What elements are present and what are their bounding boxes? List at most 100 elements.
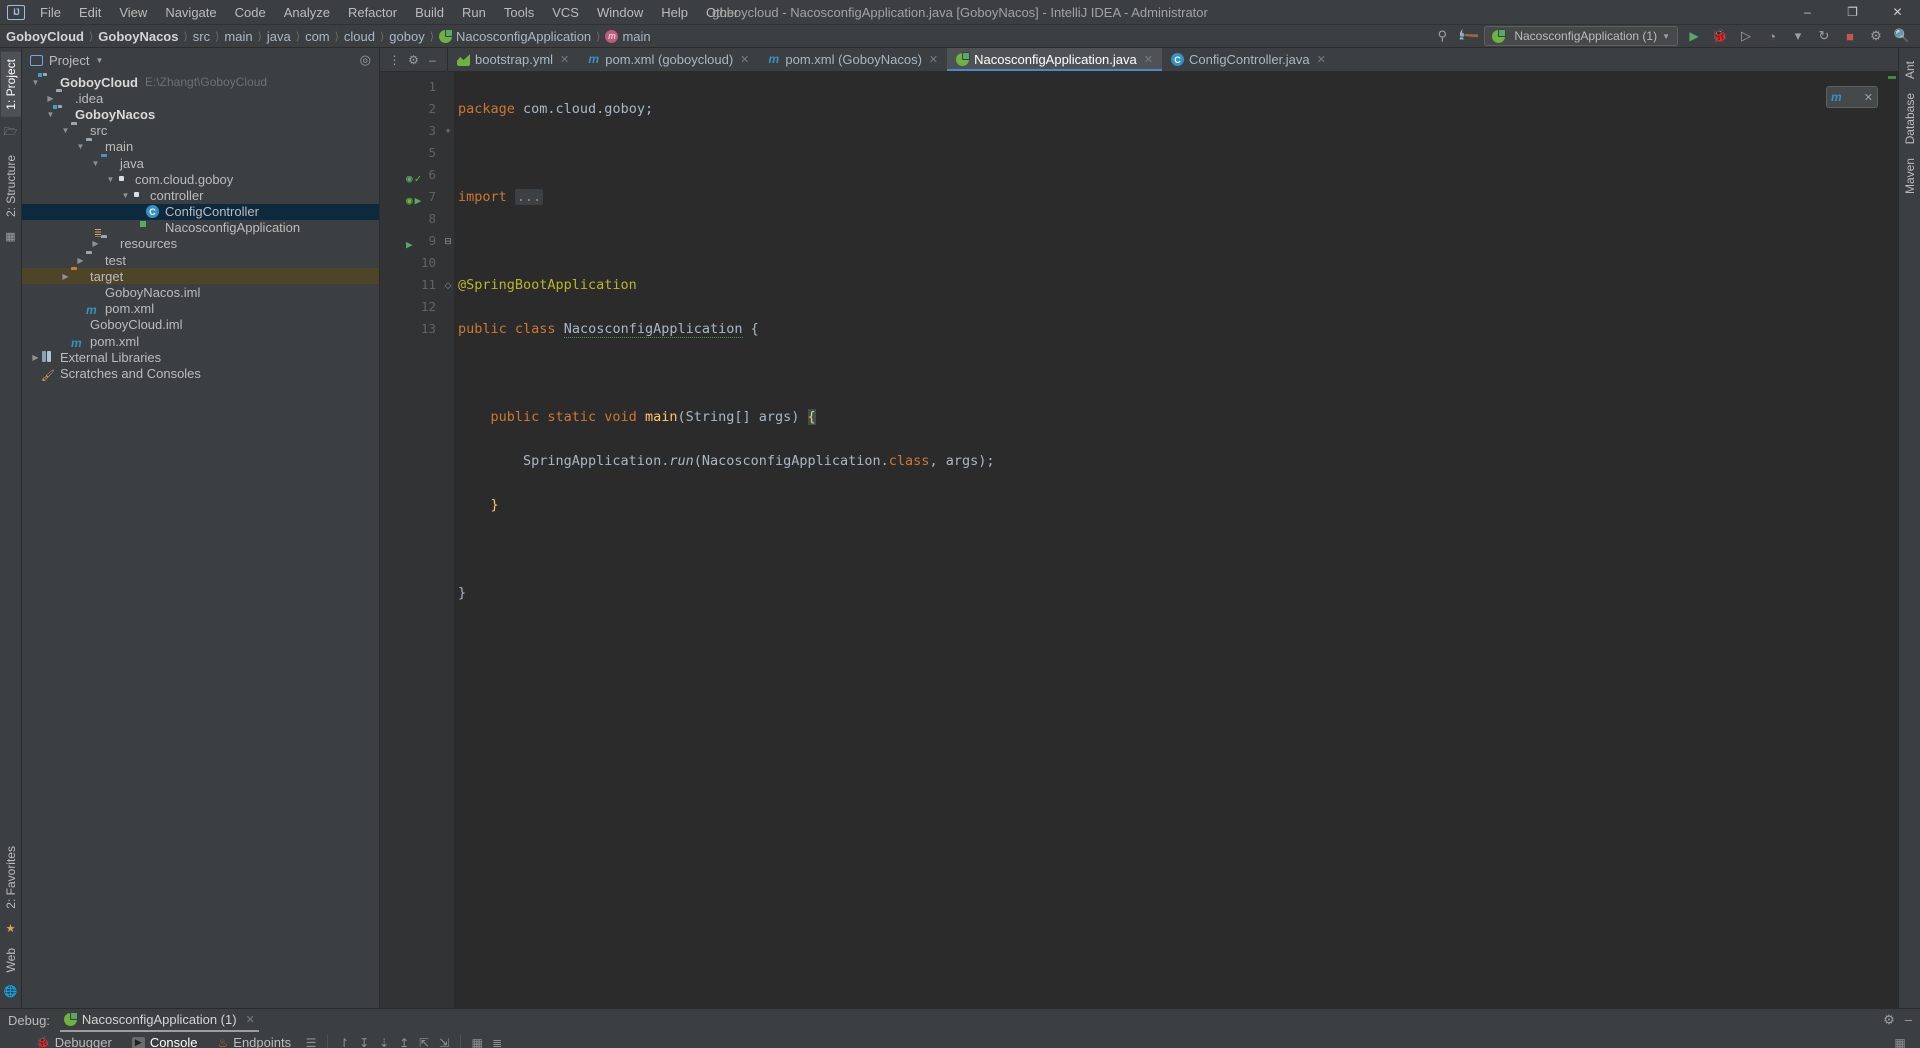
force-step-into-icon[interactable]: ⇣ (374, 1033, 394, 1048)
tree-item-goboynacos-iml[interactable]: GoboyNacos.iml (22, 284, 379, 300)
editor-gutter[interactable]: 1 2 3 5 6 ◉ ✓ 7 ◉ ▶ 8 9 ▶ 10 11 12 13 (380, 72, 442, 1008)
minimize-icon[interactable]: – (424, 51, 441, 68)
close-icon[interactable]: ✕ (560, 53, 569, 66)
breadcrumb-item-class[interactable]: NacosconfigApplication (439, 28, 591, 44)
editor-fold-column[interactable]: + ⊟ ◇ (442, 72, 454, 1008)
fold-marker-11[interactable]: ◇ (442, 274, 454, 296)
chevron-right-icon[interactable]: ▶ (60, 272, 71, 281)
debug-tab-debugger[interactable]: 🐞 Debugger (26, 1032, 122, 1048)
editor-tab-pom-goboynacos[interactable]: m pom.xml (GoboyNacos) ✕ (758, 48, 947, 71)
gutter-line-2[interactable]: 2 (380, 98, 442, 120)
tree-item-test[interactable]: ▶ test (22, 252, 379, 268)
close-icon[interactable]: ✕ (246, 1013, 255, 1026)
tree-item-pom-xml[interactable]: m pom.xml (22, 333, 379, 350)
sidebar-tab-structure[interactable]: 2: Structure (1, 148, 21, 224)
close-button[interactable]: ✕ (1875, 0, 1920, 25)
gutter-line-3[interactable]: 3 (380, 120, 442, 142)
tree-item-configcontroller[interactable]: C ConfigController (22, 203, 379, 220)
step-out-icon[interactable]: ↥ (394, 1033, 414, 1048)
gutter-line-9[interactable]: 9 ▶ (380, 230, 442, 252)
editor-tab-nacosconfigapplication[interactable]: NacosconfigApplication.java ✕ (947, 48, 1162, 71)
gutter-line-10[interactable]: 10 (380, 252, 442, 274)
build-icon[interactable]: 🔨 (1455, 23, 1482, 50)
chevron-down-icon[interactable]: ▼ (105, 175, 116, 184)
gutter-line-11[interactable]: 11 (380, 274, 442, 296)
tree-item-nacosconfigapplication[interactable]: NacosconfigApplication (22, 220, 379, 236)
breadcrumb-item-goboycloud[interactable]: GoboyCloud (6, 29, 84, 44)
tree-item-external-libraries[interactable]: ▶ External Libraries (22, 349, 379, 365)
sidebar-tab-project[interactable]: 1: Project (0, 52, 21, 117)
debug-icon[interactable]: 🐞 (1710, 27, 1730, 45)
close-icon[interactable]: ✕ (740, 53, 749, 66)
chevron-down-icon[interactable]: ▼ (60, 126, 71, 135)
chevron-right-icon[interactable]: ▶ (30, 353, 41, 362)
gear-icon[interactable]: ⚙ (1883, 1012, 1895, 1028)
fold-marker-3[interactable]: + (442, 120, 454, 142)
editor-tab-bootstrap-yml[interactable]: bootstrap.yml ✕ (448, 48, 578, 71)
stop-button[interactable]: ■ (1840, 27, 1860, 45)
chevron-right-icon[interactable]: ▶ (90, 239, 101, 248)
debug-tab-endpoints[interactable]: ♨ Endpoints (208, 1032, 302, 1048)
run-to-cursor-icon[interactable]: ⇱ (414, 1033, 434, 1048)
frames-icon[interactable]: ▦ (467, 1033, 487, 1048)
gutter-line-13[interactable]: 13 (380, 318, 442, 340)
menu-navigate[interactable]: Navigate (156, 2, 225, 23)
maximize-button[interactable]: ❐ (1830, 0, 1875, 25)
gutter-line-5[interactable]: 5 (380, 142, 442, 164)
sidebar-tab-web[interactable]: Web (1, 941, 21, 979)
menu-help[interactable]: Help (652, 2, 697, 23)
tree-item-pom-xml[interactable]: m pom.xml (22, 301, 379, 317)
tree-item-src[interactable]: ▼ src (22, 123, 379, 139)
breadcrumb-item-goboynacos[interactable]: GoboyNacos (98, 29, 178, 44)
menu-window[interactable]: Window (588, 2, 652, 23)
chevron-down-icon[interactable]: ▼ (120, 191, 131, 200)
gutter-line-1[interactable]: 1 (380, 76, 442, 98)
gutter-line-6[interactable]: 6 ◉ ✓ (380, 164, 442, 186)
evaluate-icon[interactable]: ⇲ (434, 1033, 454, 1048)
menu-run[interactable]: Run (453, 2, 495, 23)
run-button[interactable]: ▶ (1684, 27, 1704, 45)
debug-session-tab[interactable]: NacosconfigApplication (1) ✕ (59, 1010, 259, 1032)
breadcrumb-item-cloud[interactable]: cloud (344, 29, 375, 44)
close-icon[interactable]: ✕ (1864, 91, 1873, 104)
sort-tabs-icon[interactable]: ⋮ (386, 51, 403, 68)
chevron-down-icon[interactable]: ▼ (90, 159, 101, 168)
editor-floating-widget[interactable]: m ✕ (1826, 86, 1878, 108)
gear-icon[interactable]: ⚙ (405, 51, 422, 68)
debug-tab-console[interactable]: ▶ Console (122, 1032, 208, 1048)
gutter-line-8[interactable]: 8 (380, 208, 442, 230)
close-icon[interactable]: ✕ (1317, 53, 1326, 66)
settings-layout-icon[interactable]: ≣ (487, 1033, 507, 1048)
gutter-line-7[interactable]: 7 ◉ ▶ (380, 186, 442, 208)
profile-icon[interactable]: ◔ (1762, 27, 1782, 45)
sidebar-tab-database[interactable]: Database (1900, 86, 1920, 151)
tree-item-java[interactable]: ▼ java (22, 155, 379, 171)
editor-area[interactable]: 1 2 3 5 6 ◉ ✓ 7 ◉ ▶ 8 9 ▶ 10 11 12 13 + ⊟ ◇ package com.cl… (380, 72, 1898, 1008)
tree-item-main[interactable]: ▼ main (22, 139, 379, 155)
breadcrumb-item-com[interactable]: com (305, 29, 330, 44)
menu-tools[interactable]: Tools (495, 2, 543, 23)
chevron-down-icon[interactable]: ▼ (30, 78, 41, 87)
coverage-icon[interactable]: ▷ (1736, 27, 1756, 45)
chevron-down-icon[interactable]: ▼ (75, 142, 86, 151)
tree-item-goboycloud-iml[interactable]: GoboyCloud.iml (22, 317, 379, 333)
tree-item-scratches-and-consoles[interactable]: 🖌 Scratches and Consoles (22, 365, 379, 382)
menu-refactor[interactable]: Refactor (339, 2, 406, 23)
breadcrumb-item-src[interactable]: src (193, 29, 210, 44)
breadcrumb-item-goboy[interactable]: goboy (389, 29, 424, 44)
tree-item-goboynacos[interactable]: ▼ GoboyNacos (22, 103, 379, 122)
update-icon[interactable]: ⚙ (1866, 27, 1886, 45)
minimize-icon[interactable]: – (1905, 1012, 1912, 1028)
menu-code[interactable]: Code (226, 2, 275, 23)
menu-view[interactable]: View (110, 2, 156, 23)
breadcrumb-item-main[interactable]: main (224, 29, 252, 44)
tree-item-com-cloud-goboy[interactable]: ▼ com.cloud.goboy (22, 171, 379, 187)
rerun-icon[interactable]: ↻ (1814, 27, 1834, 45)
search-icon[interactable]: ⚲ (1432, 27, 1452, 45)
tree-item--idea[interactable]: ▶ .idea (22, 90, 379, 106)
sidebar-tab-maven[interactable]: Maven (1900, 151, 1920, 201)
chevron-down-icon[interactable]: ▼ (45, 110, 56, 119)
close-icon[interactable]: ✕ (1144, 53, 1153, 66)
tree-item-controller[interactable]: ▼ controller (22, 187, 379, 203)
breadcrumb-item-java[interactable]: java (267, 29, 291, 44)
